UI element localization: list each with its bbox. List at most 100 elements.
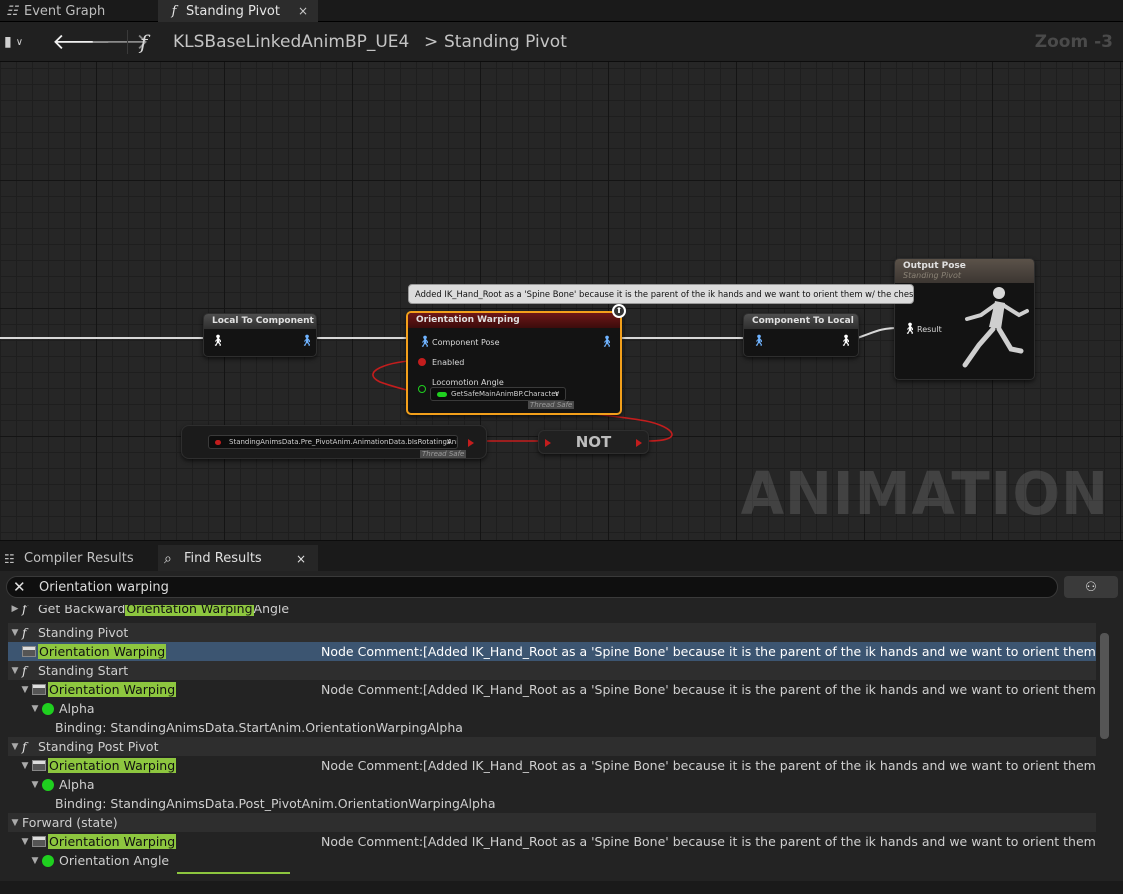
- property-binding-dropdown[interactable]: GetSafeMainAnimBP.Character ∨: [430, 387, 566, 401]
- bottom-panel-tab-bar: ☷ Compiler Results ⌕ Find Results ×: [0, 540, 1123, 572]
- tab-label: Event Graph: [24, 3, 106, 19]
- result-row-function[interactable]: ▼ f Standing Post Pivot: [8, 737, 1096, 756]
- result-row-binding[interactable]: Binding: StandingAnimsData.StartAnim.Ori…: [8, 718, 1096, 737]
- node-property-access[interactable]: StandingAnimsData.Pre_PivotAnim.Animatio…: [181, 425, 487, 459]
- node-comment: Node Comment:[Added IK_Hand_Root as a 'S…: [321, 834, 1096, 849]
- node-title: Output Pose: [903, 261, 966, 271]
- property-binding-dropdown[interactable]: StandingAnimsData.Pre_PivotAnim.Animatio…: [208, 435, 458, 449]
- result-row-node[interactable]: ▼ Orientation Warping Node Comment:[Adde…: [8, 832, 1096, 851]
- result-label: Forward (state): [22, 815, 118, 830]
- breadcrumb-blueprint[interactable]: KLSBaseLinkedAnimBP_UE4: [173, 22, 409, 62]
- result-label: Binding: StandingAnimsData.StartAnim.Ori…: [55, 720, 463, 735]
- node-component-to-local[interactable]: Component To Local 🚶︎ 🚶︎: [743, 313, 859, 357]
- bool-type-icon: [215, 440, 221, 445]
- chevron-down-icon: ∨: [446, 437, 452, 446]
- match-highlight: Orientation Warping: [48, 758, 177, 773]
- node-orientation-warping[interactable]: Orientation Warping 🚶︎ Component Pose 🚶︎…: [406, 304, 626, 415]
- collapse-arrow-icon[interactable]: ▼: [8, 818, 22, 828]
- pin-label: Component Pose: [432, 338, 500, 347]
- collapse-arrow-icon[interactable]: ▼: [18, 837, 32, 847]
- collapse-arrow-icon[interactable]: ▼: [18, 685, 32, 695]
- result-row-pin[interactable]: ▼ Orientation Angle: [8, 851, 1096, 870]
- node-header: Output Pose Standing Pivot: [895, 259, 1034, 283]
- tab-label: Find Results: [184, 551, 262, 566]
- tab-compiler-results[interactable]: ☷ Compiler Results: [0, 545, 158, 572]
- zoom-level: Zoom -3: [1034, 32, 1113, 52]
- node-icon: [32, 836, 46, 847]
- pose-pin-icon[interactable]: 🚶︎: [418, 335, 432, 348]
- result-row-pin[interactable]: ▼ Alpha: [8, 699, 1096, 718]
- node-local-to-component[interactable]: Local To Component 🚶︎ 🚶︎: [203, 313, 317, 357]
- collapse-arrow-icon[interactable]: ▼: [8, 742, 22, 752]
- results-scrollbar[interactable]: [1100, 633, 1109, 739]
- match-highlight: Orientation Warping: [48, 682, 177, 697]
- pose-pin-icon[interactable]: 🚶︎: [600, 335, 614, 348]
- result-label: Alpha: [59, 777, 95, 792]
- bool-pin[interactable]: [418, 358, 426, 366]
- pose-wire: [856, 327, 899, 339]
- mannequin-icon: [962, 287, 1029, 368]
- node-not[interactable]: NOT: [538, 430, 649, 454]
- float-pin[interactable]: [418, 385, 426, 393]
- node-comment-bubble[interactable]: Added IK_Hand_Root as a 'Spine Bone' bec…: [408, 284, 914, 304]
- result-row-binding[interactable]: Binding: StandingAnimsData.Post_PivotAni…: [8, 794, 1096, 813]
- close-icon[interactable]: ×: [298, 4, 308, 18]
- collapse-arrow-icon[interactable]: ▼: [28, 704, 42, 714]
- tab-label: Standing Pivot: [186, 3, 280, 19]
- tab-standing-pivot[interactable]: f Standing Pivot ×: [158, 0, 318, 22]
- binding-value: StandingAnimsData.Pre_PivotAnim.Animatio…: [229, 438, 458, 446]
- binding-value: GetSafeMainAnimBP.Character: [451, 390, 559, 398]
- result-row-state[interactable]: ▼ Forward (state): [8, 813, 1096, 832]
- tab-label: Compiler Results: [24, 551, 134, 566]
- pin-label: Enabled: [432, 358, 465, 367]
- float-type-icon: [437, 392, 447, 397]
- result-label: Angle: [253, 605, 290, 616]
- result-label: Standing Post Pivot: [38, 739, 159, 754]
- result-label: Standing Pivot: [38, 625, 129, 640]
- anim-graph-canvas[interactable]: Local To Component 🚶︎ 🚶︎ Orientation War…: [0, 62, 1123, 540]
- find-results-tree[interactable]: ▶ f Get Backward Orientation Warping Ang…: [8, 605, 1096, 875]
- result-row-function[interactable]: ▶ f Get Backward Orientation Warping Ang…: [8, 605, 1096, 618]
- collapse-arrow-icon[interactable]: ▼: [18, 761, 32, 771]
- result-row-function[interactable]: ▼ f Standing Start: [8, 661, 1096, 680]
- node-output-pose[interactable]: Output Pose Standing Pivot 🚶︎ Result: [894, 258, 1035, 380]
- pose-pin-icon[interactable]: 🚶︎: [752, 334, 766, 347]
- graph-breadcrumb-bar: ▮ ∨ 🡐 🡒 f KLSBaseLinkedAnimBP_UE4 > Stan…: [0, 22, 1123, 62]
- bool-out-pin[interactable]: [468, 439, 474, 447]
- function-icon: f: [22, 739, 27, 754]
- result-row-pin[interactable]: ▼ Alpha: [8, 775, 1096, 794]
- chevron-down-icon: ∨: [554, 389, 560, 398]
- tab-find-results[interactable]: ⌕ Find Results ×: [158, 545, 318, 572]
- close-icon[interactable]: ×: [296, 552, 306, 566]
- node-title: NOT: [575, 433, 612, 451]
- pose-pin-icon[interactable]: 🚶︎: [211, 334, 225, 347]
- collapse-arrow-icon[interactable]: ▼: [8, 628, 22, 638]
- pose-pin-icon[interactable]: 🚶︎: [839, 334, 853, 347]
- result-row-function[interactable]: ▼ f Standing Pivot: [8, 623, 1096, 642]
- collapse-arrow-icon[interactable]: ▼: [8, 666, 22, 676]
- float-pin-icon: [42, 778, 54, 791]
- node-comment: Node Comment:[Added IK_Hand_Root as a 'S…: [321, 758, 1096, 773]
- search-input[interactable]: [39, 579, 1039, 595]
- pose-pin-icon[interactable]: 🚶︎: [300, 334, 314, 347]
- find-button[interactable]: ⚇: [1064, 576, 1118, 598]
- result-row-node[interactable]: ▼ Orientation Warping Node Comment:[Adde…: [8, 680, 1096, 699]
- pin-label: Locomotion Angle: [432, 378, 504, 387]
- result-row-node[interactable]: ▼ Orientation Warping Node Comment:[Adde…: [8, 756, 1096, 775]
- thread-safe-badge: Thread Safe: [420, 450, 467, 458]
- collapse-arrow-icon[interactable]: ▼: [28, 780, 42, 790]
- breadcrumb-function[interactable]: Standing Pivot: [444, 22, 567, 62]
- collapse-arrow-icon[interactable]: ▼: [28, 856, 42, 866]
- bool-out-pin[interactable]: [636, 439, 642, 447]
- result-row-node[interactable]: Orientation Warping Node Comment:[Added …: [8, 642, 1096, 661]
- bool-in-pin[interactable]: [545, 439, 551, 447]
- expand-arrow-icon[interactable]: ▶: [8, 605, 22, 614]
- clear-search-icon[interactable]: ✕: [13, 578, 26, 596]
- status-bar: [0, 881, 1123, 894]
- tab-event-graph[interactable]: ☷ Event Graph: [0, 0, 158, 22]
- pose-pin-icon[interactable]: 🚶︎: [903, 322, 917, 335]
- document-tab-bar: ☷ Event Graph f Standing Pivot ×: [0, 0, 1123, 22]
- search-box: ✕: [6, 576, 1058, 598]
- bookmark-menu-button[interactable]: ▮ ∨: [4, 22, 38, 62]
- find-results-panel: ✕ ⚇ ▶ f Get Backward Orientation Warping…: [0, 571, 1123, 894]
